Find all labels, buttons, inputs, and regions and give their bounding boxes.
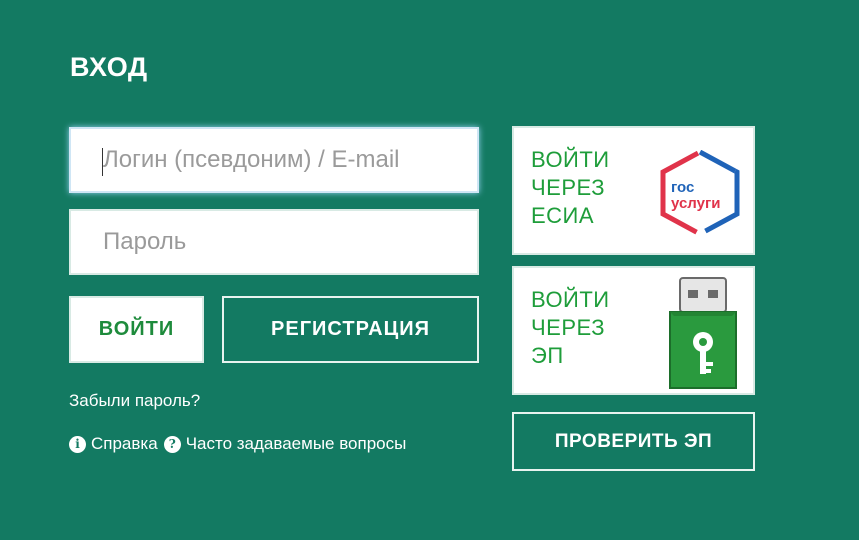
ep-label-line: ЭП	[531, 343, 564, 368]
ep-login-button[interactable]: ВОЙТИ ЧЕРЕЗ ЭП	[512, 266, 755, 395]
gosuslugi-logo-text: услуги	[671, 195, 720, 212]
esia-label-line: ЧЕРЕЗ	[531, 175, 605, 200]
gosuslugi-logo: гос услуги	[660, 150, 740, 236]
ep-label: ВОЙТИ ЧЕРЕЗ ЭП	[531, 286, 641, 370]
faq-link[interactable]: Часто задаваемые вопросы	[186, 434, 407, 454]
password-input[interactable]	[71, 211, 477, 273]
forgot-password-link[interactable]: Забыли пароль?	[69, 391, 200, 411]
login-input[interactable]	[71, 129, 477, 191]
login-field[interactable]	[69, 127, 479, 193]
esia-label: ВОЙТИ ЧЕРЕЗ ЕСИА	[531, 146, 641, 230]
register-button[interactable]: РЕГИСТРАЦИЯ	[222, 296, 479, 363]
esia-label-line: ВОЙТИ	[531, 147, 610, 172]
help-links: i Справка ? Часто задаваемые вопросы	[69, 434, 412, 454]
question-icon: ?	[163, 435, 181, 453]
check-ep-button[interactable]: ПРОВЕРИТЬ ЭП	[512, 412, 755, 471]
ep-label-line: ЧЕРЕЗ	[531, 315, 605, 340]
login-button[interactable]: ВОЙТИ	[69, 296, 204, 363]
help-link[interactable]: Справка	[91, 434, 158, 454]
usb-key-icon	[669, 277, 737, 389]
gosuslugi-logo-text: гос	[671, 179, 694, 196]
esia-login-button[interactable]: ВОЙТИ ЧЕРЕЗ ЕСИА гос услуги	[512, 126, 755, 255]
ep-label-line: ВОЙТИ	[531, 287, 610, 312]
info-icon: i	[69, 435, 86, 453]
esia-label-line: ЕСИА	[531, 203, 595, 228]
password-field[interactable]	[69, 209, 479, 275]
text-caret	[102, 148, 103, 176]
page-title: ВХОД	[70, 52, 148, 82]
